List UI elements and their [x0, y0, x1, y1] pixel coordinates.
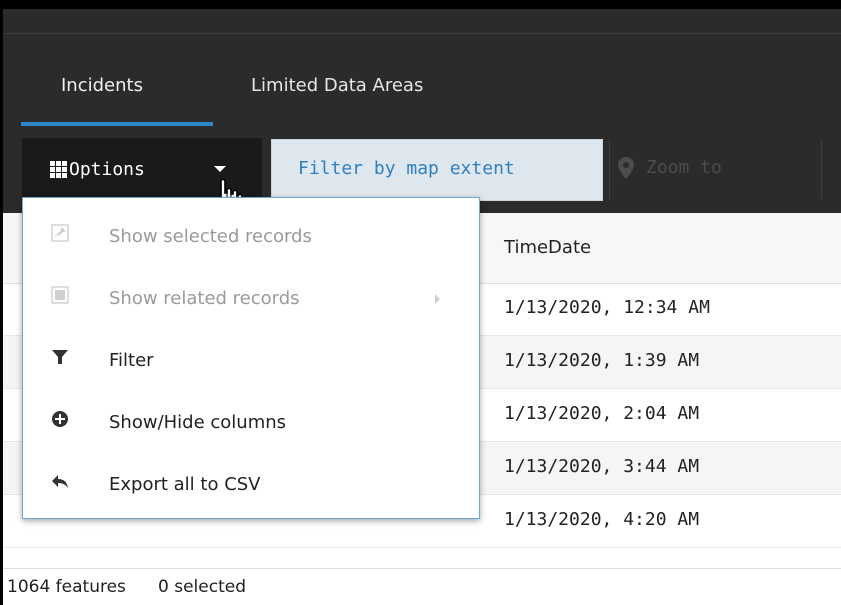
square-icon: [51, 286, 69, 304]
app-frame: Incidents Limited Data Areas Options Fil…: [0, 0, 841, 605]
pin-icon: [51, 224, 69, 242]
tab-incidents[interactable]: Incidents: [61, 75, 143, 96]
column-header-label: TimeDate: [504, 237, 592, 258]
plus-circle-icon: [52, 411, 68, 427]
feature-count: 1064 features: [7, 577, 126, 597]
grid-icon: [50, 161, 68, 179]
menu-item-filter[interactable]: Filter: [23, 328, 479, 390]
column-header-timedate[interactable]: TimeDate: [481, 213, 841, 284]
menu-item-show-hide-columns[interactable]: Show/Hide columns: [23, 390, 479, 452]
filter-by-map-extent-button[interactable]: Filter by map extent: [271, 139, 603, 201]
timedate-cell: 1/13/2020, 1:39 AM: [504, 350, 700, 371]
timedate-cell: 1/13/2020, 3:44 AM: [504, 456, 700, 477]
toolbar-divider: [609, 139, 610, 199]
menu-item-label: Show selected records: [109, 226, 312, 247]
toolbar-divider: [821, 139, 822, 199]
share-arrow-icon: [52, 475, 68, 488]
caret-down-icon: [214, 166, 226, 172]
filter-by-map-extent-label: Filter by map extent: [298, 158, 515, 179]
options-dropdown-menu: Show selected records Show related recor…: [22, 197, 480, 519]
menu-item-label: Show/Hide columns: [109, 412, 287, 433]
zoom-to-label: Zoom to: [646, 157, 722, 178]
tab-limited-data-areas[interactable]: Limited Data Areas: [251, 75, 423, 96]
menu-item-label: Filter: [109, 350, 154, 371]
active-tab-indicator: [21, 122, 213, 126]
tabs-bar: Incidents Limited Data Areas: [3, 34, 841, 127]
timedate-cell: 1/13/2020, 2:04 AM: [504, 403, 700, 424]
options-label: Options: [69, 159, 145, 180]
timedate-cell: 1/13/2020, 12:34 AM: [504, 297, 710, 318]
top-bar: [3, 9, 841, 34]
status-bar: 1064 features 0 selected: [3, 568, 841, 605]
timedate-cell: 1/13/2020, 4:20 AM: [504, 509, 700, 530]
filter-icon: [52, 350, 68, 364]
selected-count: 0 selected: [158, 577, 246, 597]
zoom-to-button[interactable]: Zoom to: [616, 139, 816, 199]
menu-item-show-selected-records[interactable]: Show selected records: [23, 204, 479, 266]
menu-item-show-related-records[interactable]: Show related records: [23, 266, 479, 328]
submenu-arrow-icon: [435, 294, 440, 304]
menu-item-label: Export all to CSV: [109, 474, 261, 495]
map-pin-icon: [618, 157, 634, 179]
menu-item-label: Show related records: [109, 288, 300, 309]
menu-item-export-all-to-csv[interactable]: Export all to CSV: [23, 452, 479, 514]
options-button[interactable]: Options: [22, 138, 262, 216]
